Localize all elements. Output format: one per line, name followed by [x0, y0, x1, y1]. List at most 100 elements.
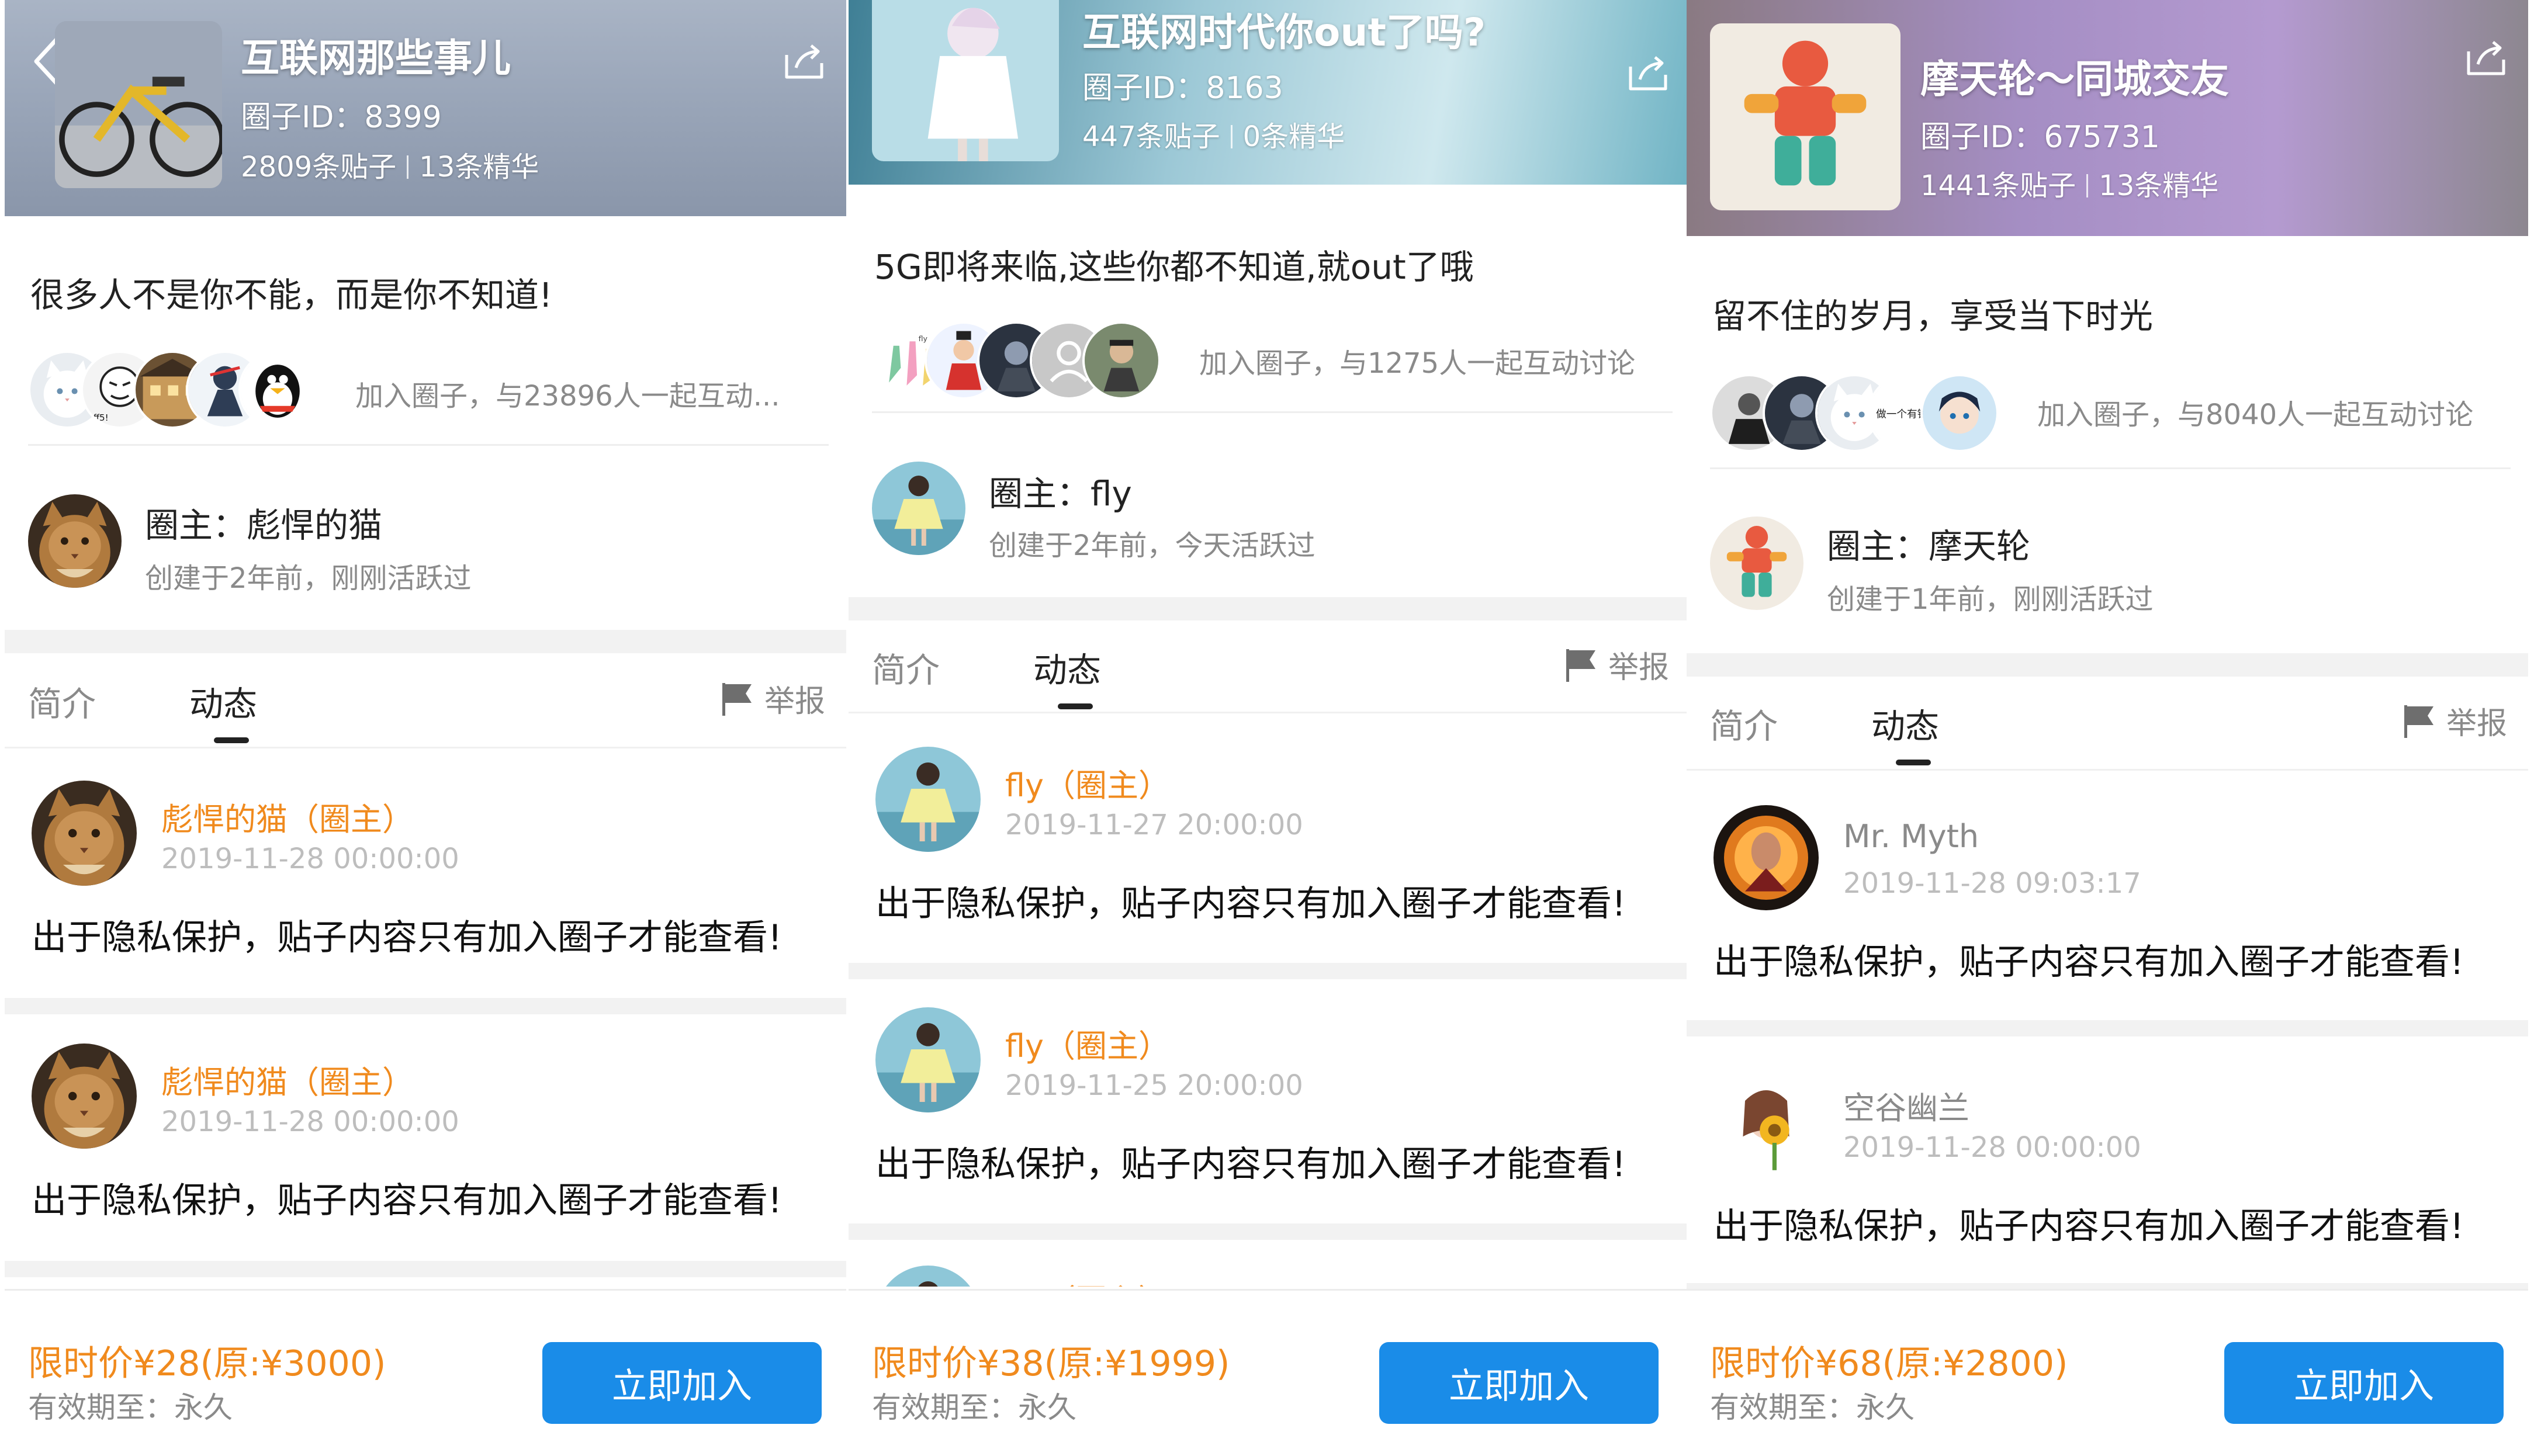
circle-slogan: 很多人不是你不能，而是你不知道!: [30, 275, 553, 315]
report-button[interactable]: 举报: [1563, 643, 1669, 687]
tab-divider: [1687, 769, 2528, 771]
posts-count: 1441条贴子: [1920, 169, 2076, 202]
post-time: 2019-11-28 00:00:00: [1843, 1131, 2141, 1164]
post-item[interactable]: fly（圈主） 2019-11-27 20:00:00 出于隐私保护，贴子内容只…: [849, 747, 1690, 957]
active-tab-indicator: [1896, 760, 1931, 765]
circle-id: 圈子ID：8399: [241, 100, 442, 135]
posts-count: 447条贴子: [1082, 120, 1220, 153]
owner-name[interactable]: 圈主：fly: [989, 466, 1132, 515]
section-separator: [849, 597, 1690, 620]
post-avatar[interactable]: [875, 1266, 981, 1287]
circle-slogan: 5G即将来临,这些你都不知道,就out了哦: [874, 247, 1474, 287]
circle-id: 圈子ID：8163: [1082, 71, 1283, 106]
tab-divider: [849, 712, 1690, 713]
bottom-bar: 限时价¥28(原:¥3000) 有效期至：永久 立即加入: [5, 1289, 846, 1456]
post-item[interactable]: fly（圈主） 2019-11-25 20:00:00 出于隐私保护，贴子内容只…: [849, 1007, 1690, 1218]
owner-avatar[interactable]: [28, 494, 122, 588]
post-avatar[interactable]: [1713, 1069, 1819, 1174]
post-time: 2019-11-28 00:00:00: [161, 1105, 459, 1138]
circle-header: 互联网那些事儿 圈子ID：8399 2809条贴子 13条精华: [5, 0, 846, 216]
join-button[interactable]: 立即加入: [2224, 1342, 2504, 1424]
post-separator: [5, 998, 846, 1014]
circle-id: 圈子ID：675731: [1920, 120, 2160, 155]
post-body: 出于隐私保护，贴子内容只有加入圈子才能查看!: [875, 1144, 1626, 1185]
post-separator: [1687, 1283, 2528, 1289]
member-avatars[interactable]: [1710, 374, 2037, 452]
stats-divider: [407, 155, 409, 179]
post-item[interactable]: 空谷幽兰 2019-11-28 00:00:00 出于隐私保护，贴子内容只有加入…: [1687, 1069, 2528, 1280]
report-flag-icon: [2401, 703, 2437, 739]
owner-name[interactable]: 圈主：摩天轮: [1827, 519, 2030, 568]
post-separator: [1687, 1020, 2528, 1036]
section-separator: [5, 630, 846, 653]
post-avatar[interactable]: [1713, 805, 1819, 910]
post-item[interactable]: 彪悍的猫（圈主） 2019-11-28 00:00:00 出于隐私保护，贴子内容…: [5, 781, 846, 991]
tab-intro[interactable]: 简介: [28, 677, 96, 726]
report-label: 举报: [1608, 650, 1669, 685]
share-icon[interactable]: [783, 42, 825, 81]
circle-panel-5g-era: 互联网时代你out了吗? 圈子ID：8163 447条贴子 0条精华 5G即将来临…: [849, 0, 1690, 1456]
post-avatar[interactable]: [875, 747, 981, 852]
join-prompt: 加入圈子，与23896人一起互动...: [355, 380, 780, 412]
share-icon[interactable]: [1627, 54, 1669, 92]
tab-divider: [5, 747, 846, 748]
post-author[interactable]: 空谷幽兰: [1843, 1082, 1969, 1128]
post-separator: [5, 1261, 846, 1277]
post-separator: [849, 1223, 1690, 1240]
report-button[interactable]: 举报: [2401, 699, 2507, 743]
member-avatars[interactable]: [872, 321, 1199, 400]
post-body: 出于隐私保护，贴子内容只有加入圈子才能查看!: [32, 1180, 783, 1221]
owner-avatar[interactable]: [1710, 516, 1803, 610]
circle-slogan: 留不住的岁月，享受当下时光: [1712, 296, 2154, 336]
post-avatar[interactable]: [32, 1044, 137, 1149]
post-body: 出于隐私保护，贴子内容只有加入圈子才能查看!: [875, 883, 1626, 924]
post-avatar[interactable]: [875, 1007, 981, 1112]
post-author[interactable]: fly（圈主）: [1005, 1020, 1170, 1066]
report-label: 举报: [2446, 706, 2507, 741]
owner-meta: 创建于2年前，今天活跃过: [989, 529, 1316, 562]
post-body: 出于隐私保护，贴子内容只有加入圈子才能查看!: [32, 917, 783, 958]
circle-title: 互联网那些事儿: [241, 36, 511, 81]
post-separator: [849, 963, 1690, 979]
owner-meta: 创建于2年前，刚刚活跃过: [145, 562, 472, 595]
report-flag-icon: [1563, 647, 1599, 683]
report-button[interactable]: 举报: [719, 677, 825, 720]
circle-header: 摩天轮～同城交友 圈子ID：675731 1441条贴子 13条精华: [1687, 0, 2528, 236]
post-avatar[interactable]: [32, 781, 137, 886]
tab-feed[interactable]: 动态: [1033, 643, 1101, 692]
member-avatar: [1082, 321, 1161, 400]
post-item-partial[interactable]: fly（圈主）: [849, 1240, 1690, 1287]
owner-name[interactable]: 圈主：彪悍的猫: [145, 498, 382, 547]
essence-count: 13条精华: [2099, 169, 2219, 202]
circle-panel-ferris-wheel: 摩天轮～同城交友 圈子ID：675731 1441条贴子 13条精华 留不住的岁月…: [1687, 0, 2528, 1456]
member-avatar: [1920, 374, 1999, 452]
post-author[interactable]: fly（圈主）: [1005, 1275, 1170, 1287]
circle-title: 互联网时代你out了吗?: [1082, 10, 1486, 55]
post-item[interactable]: 彪悍的猫（圈主） 2019-11-28 00:00:00 出于隐私保护，贴子内容…: [5, 1044, 846, 1254]
tab-feed[interactable]: 动态: [189, 677, 257, 726]
tab-feed[interactable]: 动态: [1871, 699, 1939, 748]
active-tab-indicator: [214, 737, 249, 743]
join-button[interactable]: 立即加入: [542, 1342, 822, 1424]
divider: [872, 411, 1673, 413]
price-label: 限时价¥38(原:¥1999): [872, 1343, 1230, 1384]
tab-intro[interactable]: 简介: [872, 643, 940, 692]
circle-panel-internet-things: 互联网那些事儿 圈子ID：8399 2809条贴子 13条精华 很多人不是你不能，…: [5, 0, 846, 1456]
owner-avatar[interactable]: [872, 462, 965, 555]
circle-stats: 2809条贴子 13条精华: [241, 144, 539, 185]
share-icon[interactable]: [2465, 39, 2507, 77]
member-avatars[interactable]: [28, 351, 355, 429]
tab-intro[interactable]: 简介: [1710, 699, 1778, 748]
post-author[interactable]: Mr. Myth: [1843, 818, 1979, 855]
post-item[interactable]: Mr. Myth 2019-11-28 09:03:17 出于隐私保护，贴子内容…: [1687, 805, 2528, 1015]
report-flag-icon: [719, 681, 755, 717]
post-author[interactable]: 彪悍的猫（圈主）: [161, 793, 414, 840]
price-label: 限时价¥28(原:¥3000): [28, 1343, 386, 1384]
stats-divider: [1230, 125, 1233, 148]
stats-divider: [2086, 174, 2089, 197]
join-button[interactable]: 立即加入: [1379, 1342, 1659, 1424]
join-prompt: 加入圈子，与1275人一起互动讨论: [1199, 347, 1636, 380]
post-author[interactable]: 彪悍的猫（圈主）: [161, 1056, 414, 1103]
post-author[interactable]: fly（圈主）: [1005, 760, 1170, 806]
posts-count: 2809条贴子: [241, 151, 397, 183]
